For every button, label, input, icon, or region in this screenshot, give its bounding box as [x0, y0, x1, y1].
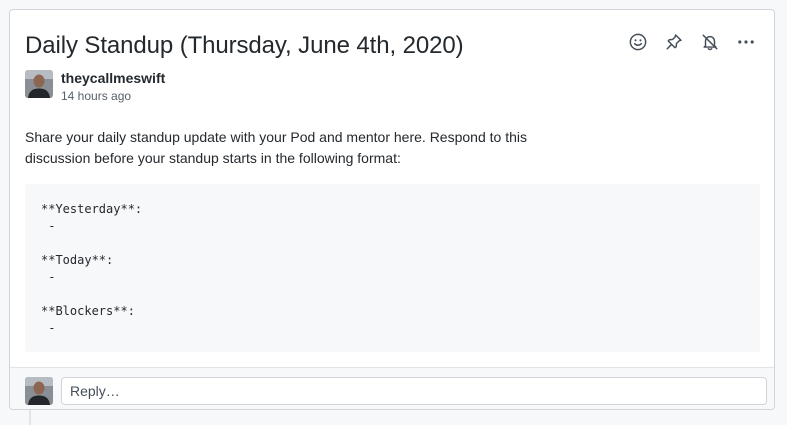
- kebab-horizontal-icon: [738, 40, 754, 44]
- post-timestamp[interactable]: 14 hours ago: [61, 87, 165, 105]
- code-line: **Today**:: [41, 253, 114, 267]
- more-options-button[interactable]: [732, 30, 760, 54]
- description-line: Share your daily standup update with you…: [25, 129, 527, 145]
- author-meta: theycallmeswift 14 hours ago: [61, 70, 165, 105]
- reply-input[interactable]: [61, 377, 767, 405]
- timeline-line: [29, 410, 31, 425]
- discussion-description: Share your daily standup update with you…: [25, 127, 585, 169]
- reaction-button[interactable]: [624, 30, 652, 54]
- discussion-card: Daily Standup (Thursday, June 4th, 2020): [9, 9, 775, 410]
- current-user-avatar[interactable]: [25, 377, 53, 405]
- code-block: **Yesterday**: - **Today**: - **Blockers…: [25, 184, 760, 352]
- description-line: discussion before your standup starts in…: [25, 150, 401, 166]
- author-name[interactable]: theycallmeswift: [61, 70, 165, 87]
- page: Daily Standup (Thursday, June 4th, 2020): [0, 0, 787, 425]
- pin-button[interactable]: [660, 30, 688, 54]
- author-block: theycallmeswift 14 hours ago: [25, 70, 165, 105]
- avatar[interactable]: [25, 70, 53, 98]
- pin-icon: [666, 34, 682, 50]
- smiley-icon: [629, 33, 647, 51]
- code-line: **Yesterday**:: [41, 202, 143, 216]
- code-line: -: [41, 270, 56, 284]
- unsubscribe-button[interactable]: [696, 30, 724, 54]
- bell-slash-icon: [702, 34, 718, 51]
- code-line: -: [41, 219, 56, 233]
- reply-footer: [10, 367, 774, 409]
- discussion-title: Daily Standup (Thursday, June 4th, 2020): [25, 32, 464, 59]
- code-line: -: [41, 321, 56, 335]
- code-line: **Blockers**:: [41, 304, 135, 318]
- discussion-actions: [624, 30, 760, 54]
